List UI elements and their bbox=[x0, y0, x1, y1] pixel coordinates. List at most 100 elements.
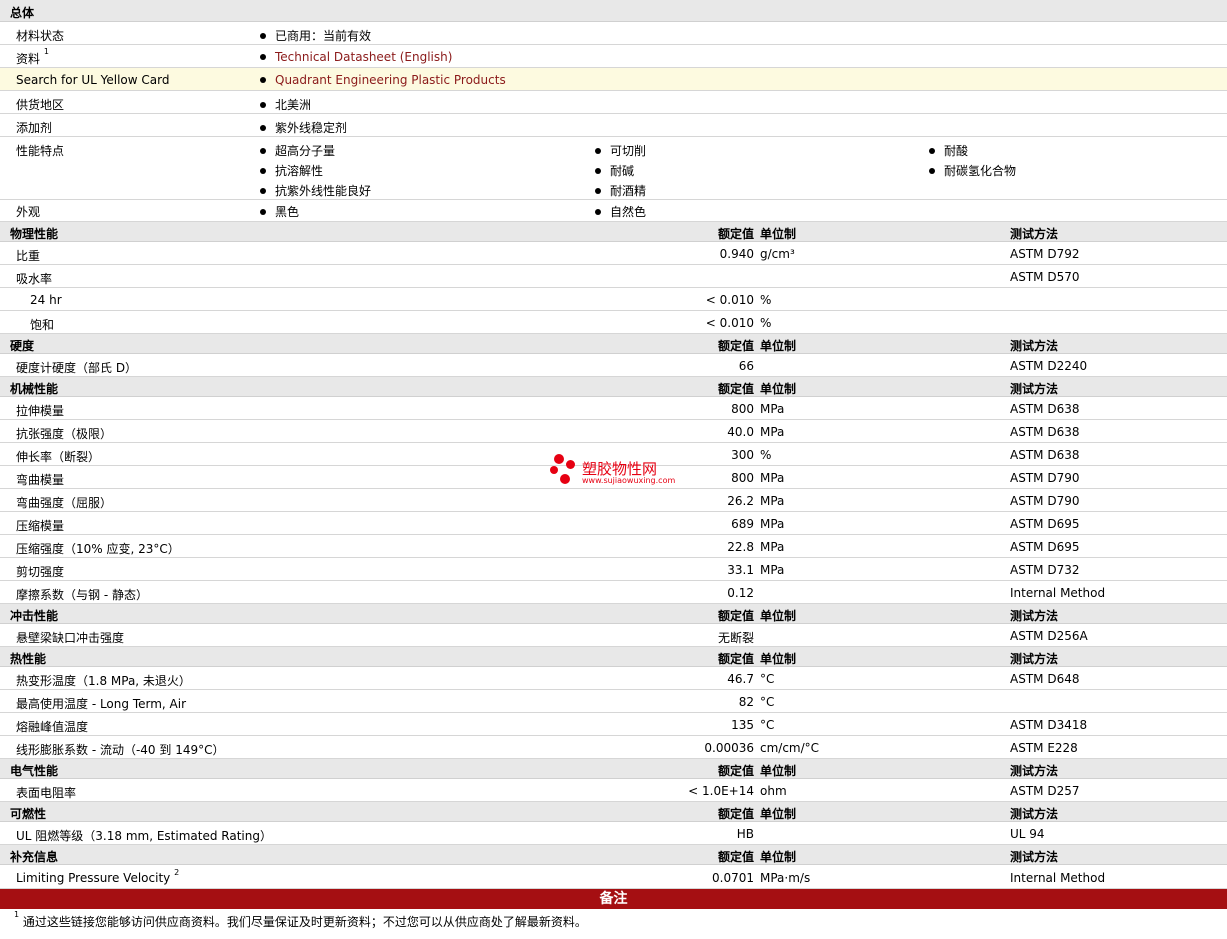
row-label: 资料 1 bbox=[16, 47, 49, 66]
row-label: 熔融峰值温度 bbox=[16, 720, 89, 734]
col-method: 测试方法 bbox=[1010, 850, 1059, 864]
col-method: 测试方法 bbox=[1010, 382, 1059, 396]
row-unit: MPa bbox=[760, 425, 785, 439]
bullet-icon bbox=[260, 101, 266, 108]
row-label: 比重 bbox=[16, 249, 41, 263]
note-number: 1 bbox=[14, 910, 20, 919]
general-row-appearance: 外观 黑色 自然色 bbox=[0, 200, 1227, 222]
row-unit: ohm bbox=[760, 784, 787, 798]
col-unit: 单位制 bbox=[760, 609, 797, 623]
col-nominal: 额定值 bbox=[717, 807, 754, 821]
row-method: ASTM D256A bbox=[1010, 629, 1088, 643]
row-method: ASTM E228 bbox=[1010, 741, 1078, 755]
row-value: 0.12 bbox=[727, 586, 754, 600]
col-nominal: 额定值 bbox=[717, 764, 754, 778]
col-method: 测试方法 bbox=[1010, 227, 1059, 241]
col-unit: 单位制 bbox=[760, 764, 797, 778]
col-nominal: 额定值 bbox=[717, 339, 754, 353]
section-header-flammability: 可燃性 额定值 单位制 测试方法 bbox=[0, 802, 1227, 822]
section-title: 物理性能 bbox=[10, 227, 59, 241]
row-unit: % bbox=[760, 316, 772, 330]
notes-header: 备注 bbox=[0, 889, 1227, 909]
col-method: 测试方法 bbox=[1010, 764, 1059, 778]
col-method: 测试方法 bbox=[1010, 609, 1059, 623]
row-method: ASTM D790 bbox=[1010, 471, 1080, 485]
row-label: 表面电阻率 bbox=[16, 786, 77, 800]
row-unit: % bbox=[760, 448, 772, 462]
general-row-additive: 添加剂 紫外线稳定剂 bbox=[0, 114, 1227, 137]
row-unit: °C bbox=[760, 718, 775, 732]
section-header-supplemental: 补充信息 额定值 单位制 测试方法 bbox=[0, 845, 1227, 865]
logo-dot bbox=[566, 460, 575, 469]
row-label: 压缩模量 bbox=[16, 519, 65, 533]
row-label: 材料状态 bbox=[16, 29, 65, 43]
datasheet: 总体 材料状态 已商用：当前有效 资料 1 Technical Datashee… bbox=[0, 0, 1227, 939]
col-unit: 单位制 bbox=[760, 227, 797, 241]
row-label: 伸长率（断裂） bbox=[16, 450, 101, 464]
row-unit: MPa bbox=[760, 402, 785, 416]
col-method: 测试方法 bbox=[1010, 652, 1059, 666]
row-unit: MPa bbox=[760, 471, 785, 485]
row-label: 线形膨胀系数 - 流动（-40 到 149°C） bbox=[16, 743, 225, 757]
col-nominal: 额定值 bbox=[717, 382, 754, 396]
section-title: 热性能 bbox=[10, 652, 47, 666]
table-row: 抗张强度（极限） 40.0 MPa ASTM D638 bbox=[0, 420, 1227, 443]
row-value: 33.1 bbox=[727, 563, 754, 577]
appearance-item: 黑色 bbox=[260, 203, 299, 220]
feature-item: 抗溶解性 bbox=[260, 162, 323, 179]
logo-dot bbox=[550, 466, 558, 474]
row-label: UL 阻燃等级（3.18 mm, Estimated Rating） bbox=[16, 829, 272, 843]
section-title: 补充信息 bbox=[10, 850, 59, 864]
row-unit: MPa bbox=[760, 540, 785, 554]
bullet-icon bbox=[929, 167, 935, 174]
section-title: 机械性能 bbox=[10, 382, 59, 396]
table-row: UL 阻燃等级（3.18 mm, Estimated Rating） HB UL… bbox=[0, 822, 1227, 845]
row-label: 摩擦系数（与钢 - 静态） bbox=[16, 588, 148, 602]
datasheet-link[interactable]: Technical Datasheet (English) bbox=[275, 50, 452, 64]
row-value: 300 bbox=[731, 448, 754, 462]
feature-item: 抗紫外线性能良好 bbox=[260, 182, 371, 199]
row-method: ASTM D695 bbox=[1010, 517, 1080, 531]
section-header-general: 总体 bbox=[0, 0, 1227, 22]
row-value: 135 bbox=[731, 718, 754, 732]
col-nominal: 额定值 bbox=[717, 850, 754, 864]
section-header-hardness: 硬度 额定值 单位制 测试方法 bbox=[0, 334, 1227, 354]
table-row: 饱和 < 0.010 % bbox=[0, 311, 1227, 334]
row-unit: MPa bbox=[760, 517, 785, 531]
row-value: < 1.0E+14 bbox=[688, 784, 754, 798]
col-nominal: 额定值 bbox=[717, 652, 754, 666]
row-unit: cm/cm/°C bbox=[760, 741, 820, 755]
appearance-item: 自然色 bbox=[595, 203, 646, 220]
row-value: 26.2 bbox=[727, 494, 754, 508]
row-label: 供货地区 bbox=[16, 98, 65, 112]
row-method: ASTM D790 bbox=[1010, 494, 1080, 508]
footnote-ref: 1 bbox=[43, 47, 49, 56]
table-row: 拉伸模量 800 MPa ASTM D638 bbox=[0, 397, 1227, 420]
row-value: 800 bbox=[731, 471, 754, 485]
section-header-electrical: 电气性能 额定值 单位制 测试方法 bbox=[0, 759, 1227, 779]
general-row-region: 供货地区 北美洲 bbox=[0, 91, 1227, 114]
row-label: 吸水率 bbox=[16, 272, 53, 286]
bullet-icon bbox=[929, 147, 935, 154]
row-label: 拉伸模量 bbox=[16, 404, 65, 418]
col-unit: 单位制 bbox=[760, 652, 797, 666]
row-value: 0.00036 bbox=[704, 741, 754, 755]
table-row: 弯曲强度（屈服） 26.2 MPa ASTM D790 bbox=[0, 489, 1227, 512]
table-row: Limiting Pressure Velocity 2 0.0701 MPa·… bbox=[0, 865, 1227, 889]
table-row: 熔融峰值温度 135 °C ASTM D3418 bbox=[0, 713, 1227, 736]
row-value: 66 bbox=[738, 359, 754, 373]
ul-card-link[interactable]: Quadrant Engineering Plastic Products bbox=[275, 73, 506, 87]
bullet-icon bbox=[595, 187, 601, 194]
row-unit: °C bbox=[760, 672, 775, 686]
row-method: ASTM D638 bbox=[1010, 425, 1080, 439]
col-unit: 单位制 bbox=[760, 850, 797, 864]
col-nominal: 额定值 bbox=[717, 609, 754, 623]
row-unit: % bbox=[760, 293, 772, 307]
col-unit: 单位制 bbox=[760, 382, 797, 396]
row-value: 无断裂 bbox=[717, 631, 754, 645]
section-title: 硬度 bbox=[10, 339, 35, 353]
col-method: 测试方法 bbox=[1010, 339, 1059, 353]
feature-item: 可切削 bbox=[595, 142, 646, 159]
row-value: 已商用：当前有效 bbox=[260, 27, 371, 44]
feature-item: 耐酒精 bbox=[595, 182, 646, 199]
